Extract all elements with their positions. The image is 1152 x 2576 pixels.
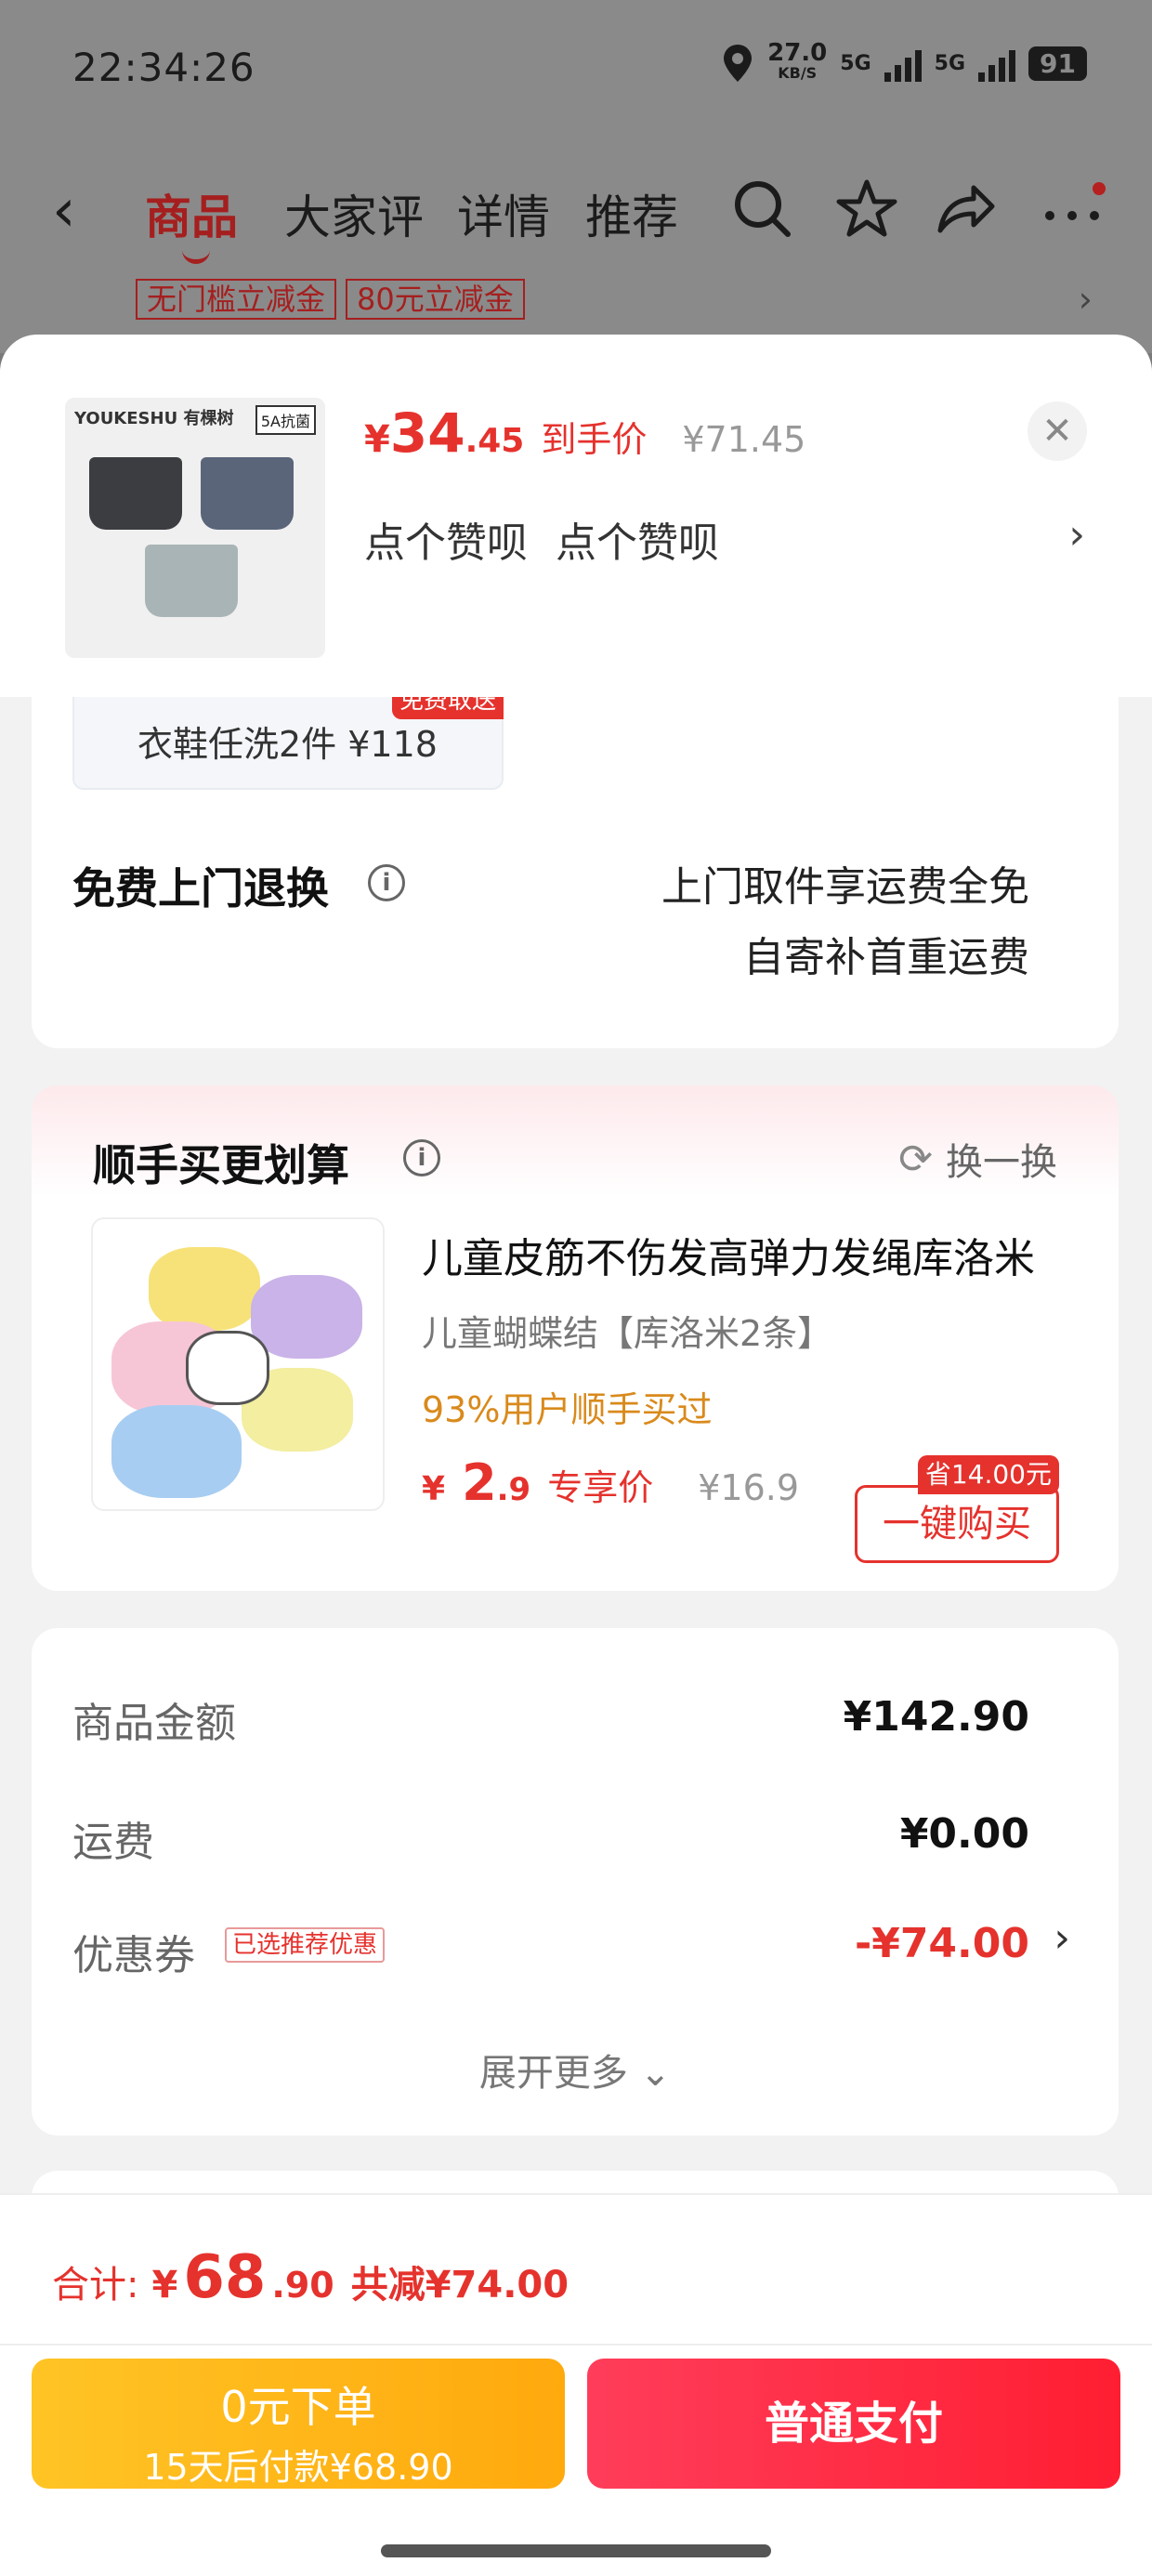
status-icons: 27.0 KB/S 5G 5G 91 [721, 39, 1087, 84]
signal-1-icon [884, 45, 922, 82]
deal-price-tag: 到手价 [541, 419, 648, 460]
original-price: ¥71.45 [682, 419, 806, 460]
info-icon[interactable]: i [403, 1139, 440, 1176]
home-indicator[interactable] [381, 2544, 771, 2557]
coupon-value[interactable]: -¥74.00 [855, 1920, 1029, 1967]
bundle-purchase-stat: 93%用户顺手买过 [422, 1389, 713, 1430]
swap-label: 换一换 [946, 1141, 1057, 1184]
wash-service-chip[interactable]: 衣鞋任洗2件 ¥118 免费取送 [72, 688, 504, 790]
bow-shape [149, 1247, 260, 1331]
price-integer: 2 [462, 1453, 497, 1512]
character-face [186, 1331, 269, 1405]
selected-spec[interactable]: 点个赞呗 点个赞呗 [364, 509, 719, 569]
briefs-navy [201, 457, 294, 530]
tab-recommend[interactable]: 推荐 [585, 180, 678, 247]
return-line-1: 上门取件享运费全免 [661, 863, 1029, 911]
net-speed: 27.0 KB/S [767, 39, 828, 82]
wash-service-label: 衣鞋任洗2件 ¥118 [137, 724, 438, 765]
chevron-right-icon: › [1078, 279, 1093, 320]
status-bar: 22:34:26 27.0 KB/S 5G 5G 91 [0, 0, 1152, 139]
bow-shape [251, 1275, 362, 1359]
coupon-selected-tag: 已选推荐优惠 [225, 1927, 386, 1963]
back-icon[interactable]: ‹ [52, 177, 76, 245]
expand-more-label: 展开更多 [478, 2052, 628, 2095]
bundle-product-name[interactable]: 儿童皮筋不伤发高弹力发绳库洛米 [422, 1225, 1072, 1284]
coupon-chip: 80元立减金 [346, 279, 525, 320]
tab-details[interactable]: 详情 [457, 180, 550, 247]
background-page: 22:34:26 27.0 KB/S 5G 5G 91 ‹ 商品 大家评 详情 推… [0, 0, 1152, 353]
deal-price: ¥34.45 [364, 401, 525, 465]
status-time: 22:34:26 [72, 45, 255, 90]
return-line-2: 自寄补首重运费 [743, 934, 1029, 981]
return-title: 免费上门退换 [72, 863, 329, 913]
briefs-grey [145, 545, 238, 617]
save-badge: 省14.00元 [917, 1455, 1059, 1494]
currency-symbol: ¥ [422, 1470, 446, 1508]
zero-down-sublabel: 15天后付款¥68.90 [143, 2447, 453, 2488]
total-savings: 共减¥74.00 [350, 2264, 569, 2307]
signal-2-icon [978, 45, 1016, 82]
bundle-product-image[interactable] [91, 1217, 385, 1511]
chevron-right-icon[interactable]: › [1054, 1914, 1070, 1962]
chevron-right-icon[interactable]: › [1068, 511, 1085, 559]
star-icon[interactable] [834, 177, 899, 242]
bow-shape [111, 1405, 242, 1498]
signal-2-label: 5G [934, 51, 966, 75]
sheet-price-row: ¥34.45 到手价 ¥71.45 [364, 401, 805, 465]
thumbnail-tag: 5A抗菌 [255, 405, 316, 435]
total-label: 合计: [52, 2264, 139, 2307]
close-icon[interactable]: ✕ [1028, 401, 1087, 461]
share-icon[interactable] [933, 177, 998, 242]
refresh-icon: ⟳ [898, 1135, 933, 1183]
thumbnail-brand: YOUKESHU 有棵树 [74, 409, 234, 428]
tab-reviews[interactable]: 大家评 [284, 180, 424, 247]
bundle-price: ¥2.9 专享价 ¥16.9 [422, 1453, 799, 1512]
zero-down-order-button[interactable]: 0元下单 15天后付款¥68.90 [32, 2359, 565, 2489]
top-nav: ‹ 商品 大家评 详情 推荐 [0, 167, 1152, 264]
bundle-product-spec: 儿童蝴蝶结【库洛米2条】 [422, 1313, 833, 1354]
total-integer: 68 [183, 2243, 267, 2312]
spec-value: 点个赞呗 [556, 519, 719, 567]
one-click-buy-button[interactable]: 一键购买 [855, 1485, 1059, 1563]
coupon-strip[interactable]: 无门槛立减金 80元立减金 › [52, 279, 1102, 325]
briefs-black [89, 457, 182, 530]
goods-amount-value: ¥142.90 [843, 1693, 1029, 1741]
zero-down-label: 0元下单 [220, 2382, 376, 2432]
info-icon[interactable]: i [368, 864, 405, 901]
coupon-chip: 无门槛立减金 [136, 279, 337, 320]
price-decimal: .9 [496, 1471, 531, 1508]
expand-more-button[interactable]: 展开更多 ⌄ [32, 2043, 1119, 2096]
price-summary-card: 商品金额 ¥142.90 运费 ¥0.00 优惠券 已选推荐优惠 -¥74.00… [32, 1628, 1119, 2136]
total-decimal: .90 [271, 2265, 334, 2306]
spec-value: 点个赞呗 [364, 519, 528, 567]
divider [0, 2344, 1152, 2346]
swap-button[interactable]: ⟳ 换一换 [898, 1132, 1057, 1186]
product-thumbnail[interactable]: YOUKESHU 有棵树 5A抗菌 [65, 398, 325, 658]
price-tag: 专享价 [547, 1467, 654, 1508]
bundle-card: 顺手买更划算 i ⟳ 换一换 儿童皮筋不伤发高弹力发绳库洛米 儿童蝴蝶结【库洛米… [32, 1085, 1119, 1591]
shipping-value: ¥0.00 [899, 1810, 1029, 1858]
shipping-label: 运费 [72, 1819, 154, 1866]
coupon-label: 优惠券 [72, 1932, 195, 1979]
battery-icon: 91 [1028, 46, 1087, 81]
notification-dot [1093, 182, 1106, 195]
service-card: 衣鞋任洗2件 ¥118 免费取送 免费上门退换 i 上门取件享运费全免 自寄补首… [32, 688, 1119, 1048]
currency-symbol: ¥ [151, 2264, 178, 2307]
search-icon[interactable] [730, 177, 795, 242]
signal-1-label: 5G [840, 51, 871, 75]
checkout-footer: 合计: ¥68.90 共减¥74.00 0元下单 15天后付款¥68.90 普通… [0, 2193, 1152, 2576]
original-price: ¥16.9 [698, 1467, 800, 1508]
chevron-down-icon: ⌄ [639, 2052, 672, 2095]
goods-amount-label: 商品金额 [72, 1700, 236, 1747]
location-icon [724, 45, 753, 82]
normal-pay-button[interactable]: 普通支付 [587, 2359, 1120, 2489]
tab-goods[interactable]: 商品 [145, 180, 238, 264]
total-row: 合计: ¥68.90 共减¥74.00 [52, 2243, 569, 2312]
sheet-header: YOUKESHU 有棵树 5A抗菌 ¥34.45 到手价 ¥71.45 点个赞呗… [0, 335, 1152, 697]
bundle-title: 顺手买更划算 [93, 1140, 349, 1190]
